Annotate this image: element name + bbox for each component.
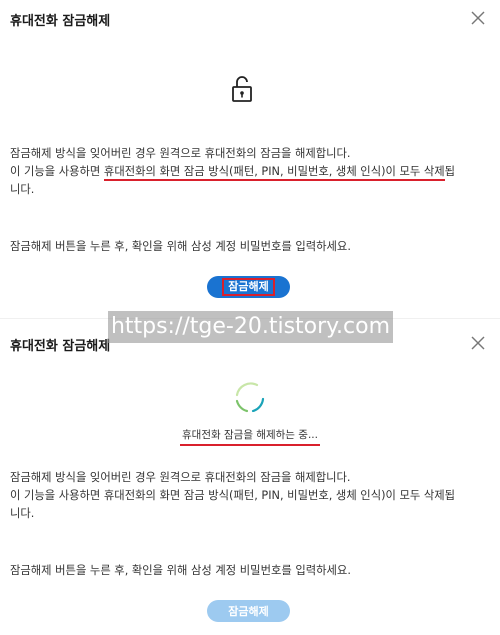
unlock-icon <box>232 76 252 102</box>
description-line: 이 기능을 사용하면 휴대전화의 화면 잠금 방식(패턴, PIN, 비밀번호,… <box>10 489 456 502</box>
unlock-dialog: 휴대전화 잠금해제 잠금해제 방식을 잊어버린 경우 원격으로 휴대전화의 잠금… <box>0 0 500 318</box>
instruction-text: 잠금해제 버튼을 누른 후, 확인을 위해 삼성 계정 비밀번호를 입력하세요. <box>10 564 351 577</box>
description-line: 잠금해제 방식을 잊어버린 경우 원격으로 휴대전화의 잠금을 해제합니다. <box>10 471 351 484</box>
description-line: 잠금해제 방식을 잊어버린 경우 원격으로 휴대전화의 잠금을 해제합니다. <box>10 147 351 160</box>
progress-status-text: 휴대전화 잠금을 해제하는 중... <box>180 429 320 446</box>
description: 잠금해제 방식을 잊어버린 경우 원격으로 휴대전화의 잠금을 해제합니다. 이… <box>10 469 485 523</box>
close-icon[interactable] <box>470 335 486 351</box>
description-text: 이 기능을 사용하면 <box>10 165 104 178</box>
unlock-button-disabled[interactable]: 잠금해제 <box>207 600 290 622</box>
unlock-button[interactable]: 잠금해제 <box>207 276 290 298</box>
unlock-dialog-progress: 휴대전화 잠금해제 휴대전화 잠금을 해제하는 중... 잠금해제 방식을 잊어… <box>0 318 500 635</box>
highlighted-warning: 휴대전화의 화면 잠금 방식(패턴, PIN, 비밀번호, 생체 인식)이 모두… <box>103 165 445 181</box>
dialog-title: 휴대전화 잠금해제 <box>10 14 111 29</box>
watermark: https://tge-20.tistory.com <box>108 311 393 343</box>
dialog-title: 휴대전화 잠금해제 <box>10 339 111 354</box>
description-line: 이 기능을 사용하면 휴대전화의 화면 잠금 방식(패턴, PIN, 비밀번호,… <box>10 163 485 181</box>
loading-spinner-icon <box>235 382 265 413</box>
description-text: 됩 <box>444 165 456 178</box>
instruction-text: 잠금해제 버튼을 누른 후, 확인을 위해 삼성 계정 비밀번호를 입력하세요. <box>10 240 351 253</box>
description-line: 니다. <box>10 507 35 520</box>
description: 잠금해제 방식을 잊어버린 경우 원격으로 휴대전화의 잠금을 해제합니다. 이… <box>10 145 485 199</box>
close-icon[interactable] <box>470 10 486 26</box>
description-line: 니다. <box>10 183 35 196</box>
progress-status: 휴대전화 잠금을 해제하는 중... <box>0 427 500 446</box>
unlock-button-label: 잠금해제 <box>222 278 275 296</box>
